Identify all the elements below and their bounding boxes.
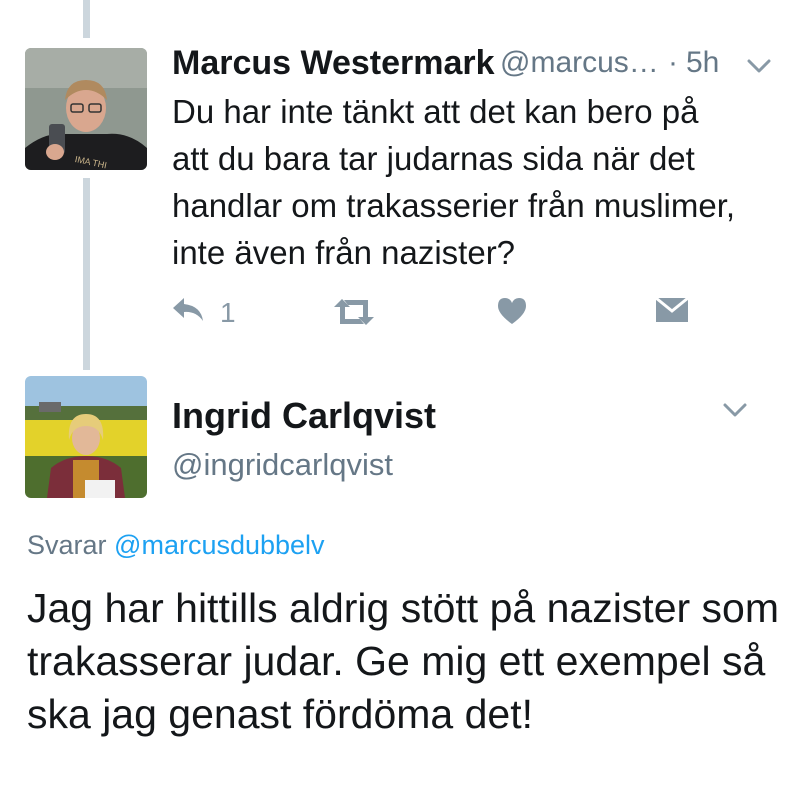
envelope-icon <box>655 296 689 329</box>
message-button[interactable] <box>655 296 689 329</box>
tweet-text: Jag har hittills aldrig stött på naziste… <box>27 585 779 737</box>
retweet-icon <box>332 297 376 332</box>
retweet-button[interactable] <box>332 297 376 332</box>
time-separator: · <box>668 46 678 79</box>
heart-icon <box>496 296 528 331</box>
thread-line-middle <box>83 178 90 370</box>
reply-button[interactable]: 1 <box>170 295 236 330</box>
thread-line-top <box>83 0 90 38</box>
author-handle[interactable]: @ingridcarlqvist <box>172 447 393 483</box>
chevron-down-icon[interactable] <box>746 57 772 80</box>
avatar-ingrid[interactable] <box>25 376 147 498</box>
author-name[interactable]: Marcus Westermark <box>172 44 495 83</box>
replying-to: Svarar @marcusdubbelv <box>27 530 325 561</box>
avatar-marcus[interactable]: IMA THI <box>25 48 147 170</box>
mention-link[interactable]: @marcusdubbelv <box>114 530 325 560</box>
author-name[interactable]: Ingrid Carlqvist <box>172 395 436 437</box>
reply-count: 1 <box>220 296 236 328</box>
tweet-text: Du har inte tänkt att det kan bero på at… <box>172 93 736 271</box>
reply-icon <box>170 295 206 330</box>
like-button[interactable] <box>496 296 528 331</box>
chevron-down-icon[interactable] <box>722 401 748 424</box>
author-handle[interactable]: @marcus… <box>500 46 659 80</box>
replying-prefix: Svarar <box>27 530 107 560</box>
timestamp[interactable]: 5h <box>686 46 719 80</box>
